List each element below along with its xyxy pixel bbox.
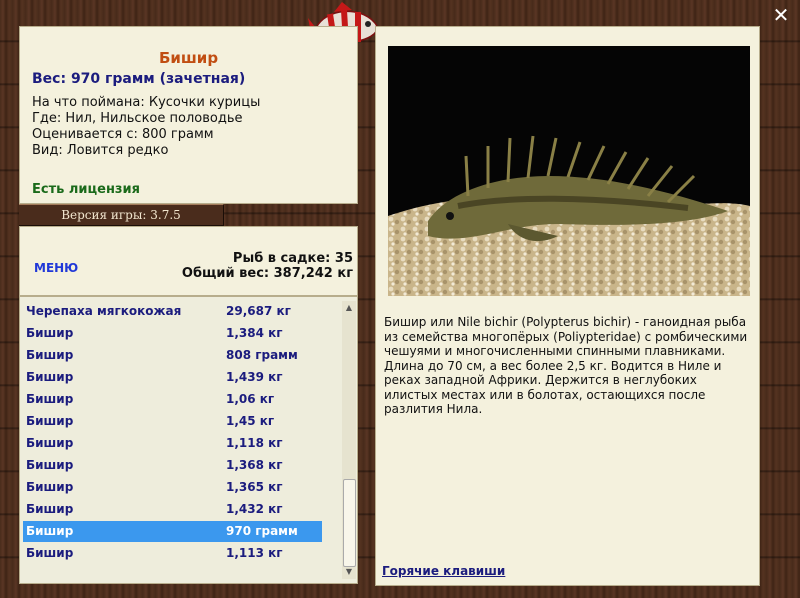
list-item-name: Бишир (26, 348, 74, 362)
list-item-name: Бишир (26, 326, 74, 340)
scrollbar-thumb[interactable] (343, 479, 356, 567)
fish-weight: Вес: 970 грамм (зачетная) (32, 71, 246, 87)
list-item-weight: 1,439 кг (226, 370, 283, 384)
fish-info-panel: Бишир Вес: 970 грамм (зачетная) На что п… (19, 26, 358, 204)
fish-photo (388, 46, 750, 296)
valued-from-text: Оценивается с: 800 грамм (32, 127, 214, 142)
game-version: Версия игры: 3.7.5 (19, 204, 224, 226)
list-item[interactable]: Бишир 1,113 кг (23, 543, 322, 564)
list-item-name: Бишир (26, 436, 74, 450)
list-item-weight: 29,687 кг (226, 304, 291, 318)
fish-count: Рыб в садке: 35 (232, 251, 353, 266)
list-item[interactable]: Бишир 1,384 кг (23, 323, 322, 344)
hotkeys-link[interactable]: Горячие клавиши (382, 564, 505, 578)
caught-on-text: На что поймана: Кусочки курицы (32, 95, 261, 110)
close-icon[interactable]: ✕ (771, 5, 791, 25)
fish-name: Бишир (158, 49, 219, 67)
list-item-name: Бишир (26, 502, 74, 516)
list-item[interactable]: Бишир 1,118 кг (23, 433, 322, 454)
list-item-name: Бишир (26, 480, 74, 494)
total-weight: Общий вес: 387,242 кг (181, 266, 353, 281)
list-item-weight: 1,432 кг (226, 502, 283, 516)
fish-details-panel: Бишир или Nile bichir (Polypterus bichir… (375, 26, 760, 586)
list-item-weight: 1,06 кг (226, 392, 275, 406)
license-status: Есть лицензия (32, 182, 140, 197)
list-item-name: Черепаха мягкокожая (26, 304, 182, 318)
list-scrollbar[interactable]: ▲ ▼ (342, 301, 356, 579)
location-text: Где: Нил, Нильское половодье (32, 111, 243, 126)
scroll-down-arrow-icon[interactable]: ▼ (342, 565, 356, 579)
list-item-weight: 970 грамм (226, 524, 298, 538)
list-item-name: Бишир (26, 414, 74, 428)
keepnet-status-panel: МЕНЮ Рыб в садке: 35 Общий вес: 387,242 … (19, 226, 358, 296)
list-item[interactable]: Бишир 970 грамм (23, 521, 322, 542)
list-item[interactable]: Бишир 1,439 кг (23, 367, 322, 388)
list-item-weight: 1,368 кг (226, 458, 283, 472)
list-item[interactable]: Бишир 1,365 кг (23, 477, 322, 498)
list-item-name: Бишир (26, 458, 74, 472)
list-item-weight: 1,365 кг (226, 480, 283, 494)
fish-description: Бишир или Nile bichir (Polypterus bichir… (384, 315, 748, 416)
list-item-weight: 808 грамм (226, 348, 298, 362)
view-text: Вид: Ловится редко (32, 143, 169, 158)
list-item-name: Бишир (26, 370, 74, 384)
list-item-name: Бишир (26, 524, 74, 538)
list-item-name: Бишир (26, 392, 74, 406)
list-item[interactable]: Бишир 1,45 кг (23, 411, 322, 432)
list-item[interactable]: Бишир 808 грамм (23, 345, 322, 366)
list-item[interactable]: Бишир 1,368 кг (23, 455, 322, 476)
scroll-up-arrow-icon[interactable]: ▲ (342, 301, 356, 315)
list-item[interactable]: Бишир 1,432 кг (23, 499, 322, 520)
menu-button[interactable]: МЕНЮ (34, 261, 78, 275)
list-item-weight: 1,118 кг (226, 436, 283, 450)
list-item-weight: 1,113 кг (226, 546, 283, 560)
list-item[interactable]: Черепаха мягкокожая 29,687 кг (23, 301, 322, 322)
catch-list[interactable]: Черепаха мягкокожая 29,687 кг Бишир 1,384 к… (19, 296, 358, 584)
list-item[interactable]: Бишир 1,06 кг (23, 389, 322, 410)
list-item-weight: 1,45 кг (226, 414, 275, 428)
list-item-weight: 1,384 кг (226, 326, 283, 340)
list-item-name: Бишир (26, 546, 74, 560)
